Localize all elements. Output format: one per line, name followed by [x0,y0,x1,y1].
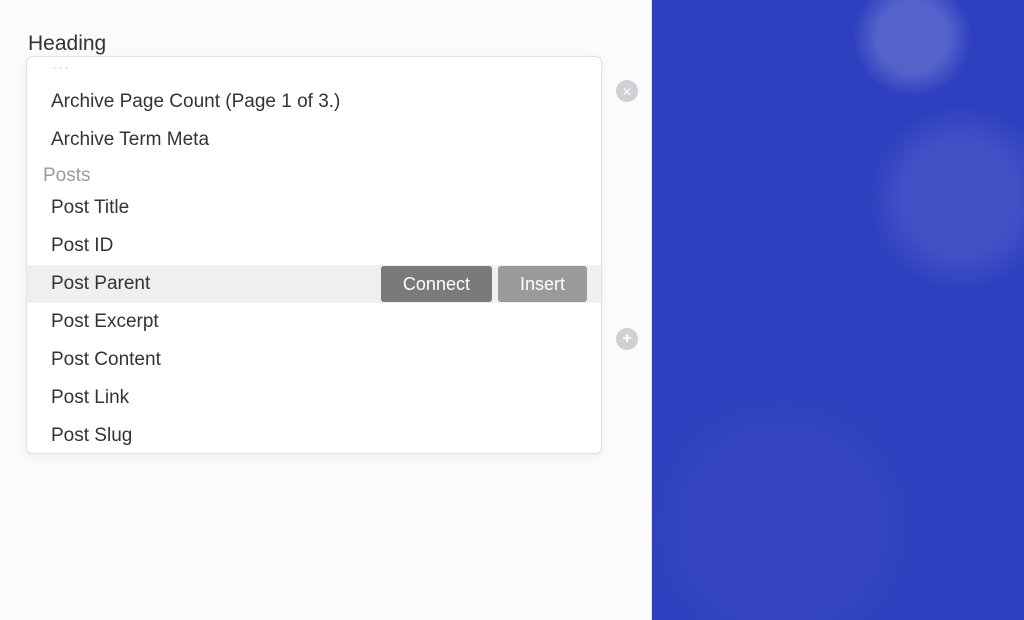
dropdown-item-label: Archive Page Count (Page 1 of 3.) [51,91,340,113]
dropdown-item-label: Post ID [51,235,113,257]
dropdown-item-label: Post Parent [51,273,150,295]
dropdown-item-label: Archive Term Meta [51,129,209,151]
editor-panel: Heading … Archive Page Count (Page 1 of [0,0,652,620]
add-button[interactable] [616,328,638,350]
dropdown-item-post-content[interactable]: Post Content [27,341,601,379]
dropdown-item-post-excerpt[interactable]: Post Excerpt [27,303,601,341]
dropdown-item-label: Post Excerpt [51,311,159,333]
dropdown-item-label: Post Title [51,197,129,219]
dropdown-item-label: … [51,56,70,75]
clear-button[interactable] [616,80,638,102]
dropdown-item-archive-page-count[interactable]: Archive Page Count (Page 1 of 3.) [27,83,601,121]
dropdown-group-posts: Posts [27,159,601,189]
dynamic-data-dropdown: … Archive Page Count (Page 1 of 3.) Arch… [26,56,602,454]
dropdown-item[interactable]: … [27,56,601,83]
connect-button[interactable]: Connect [381,266,492,302]
plus-icon [622,331,631,347]
close-icon [622,84,632,98]
dropdown-item-archive-term-meta[interactable]: Archive Term Meta [27,121,601,159]
field-label-heading: Heading [28,32,631,56]
preview-panel [652,0,1024,620]
dropdown-item-post-link[interactable]: Post Link [27,379,601,417]
dropdown-item-post-title[interactable]: Post Title [27,189,601,227]
dropdown-item-label: Post Content [51,349,161,371]
dropdown-item-post-slug[interactable]: Post Slug [27,417,601,454]
dropdown-item-label: Post Slug [51,425,132,447]
dropdown-item-label: Post Link [51,387,129,409]
dropdown-item-post-id[interactable]: Post ID [27,227,601,265]
dropdown-item-post-parent[interactable]: Post Parent Connect Insert [27,265,601,303]
insert-button[interactable]: Insert [498,266,587,302]
